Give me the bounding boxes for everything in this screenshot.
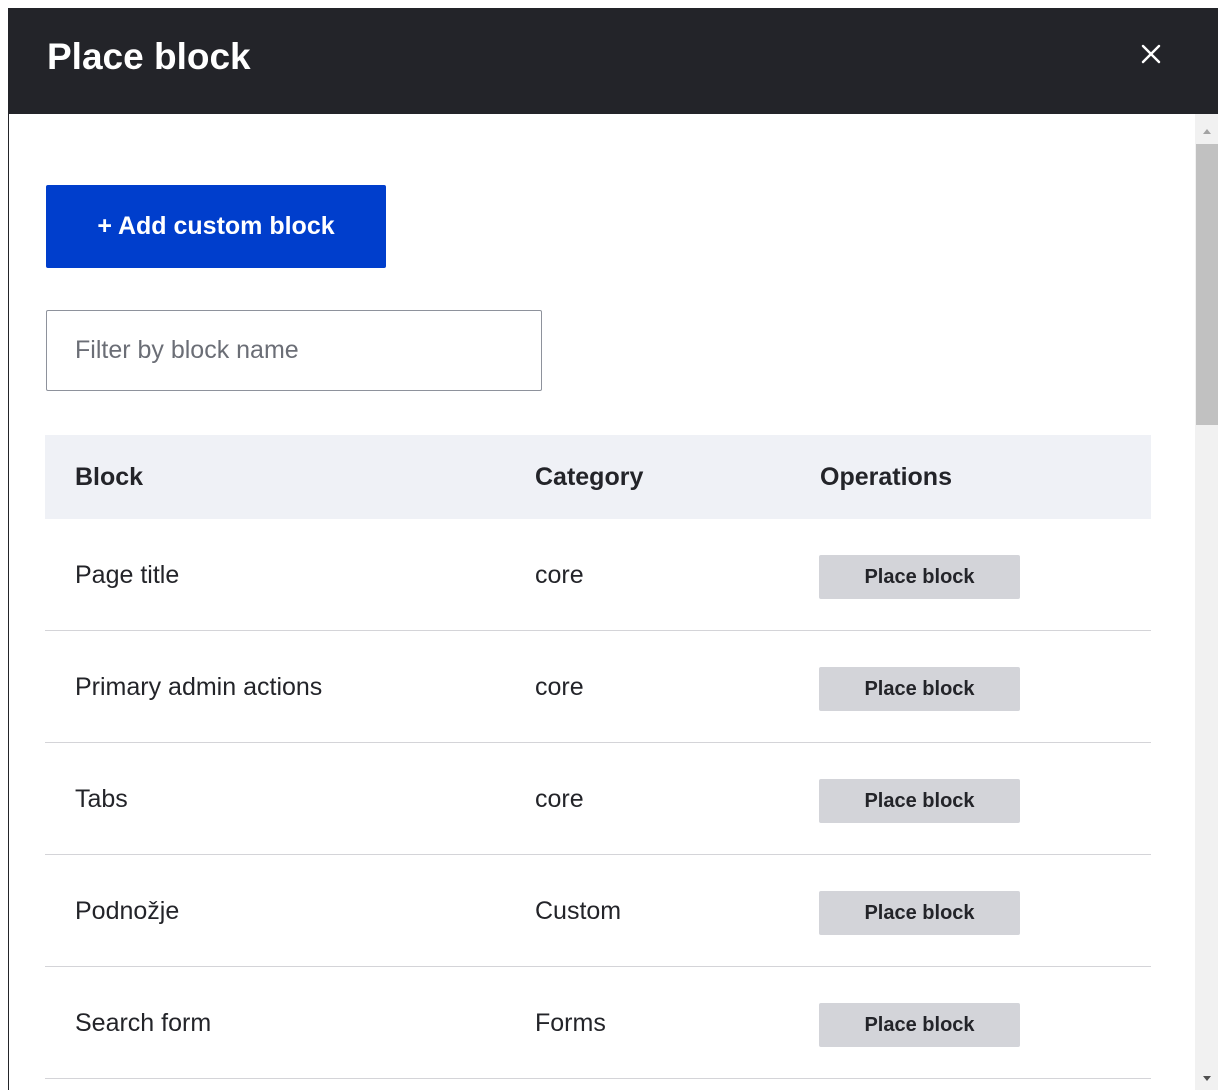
- block-category: core: [535, 561, 584, 589]
- scrollbar-thumb[interactable]: [1196, 144, 1218, 425]
- table-row: Tabs core Place block: [45, 743, 1151, 855]
- close-icon[interactable]: [1135, 38, 1167, 70]
- vertical-scrollbar[interactable]: [1195, 114, 1218, 1090]
- place-block-button[interactable]: Place block: [819, 779, 1020, 823]
- add-custom-block-label: Add custom block: [117, 212, 335, 240]
- table-header: Block Category Operations: [45, 435, 1151, 519]
- column-header-category: Category: [535, 463, 644, 491]
- table-row: Search form Forms Place block: [45, 967, 1151, 1079]
- block-category: core: [535, 785, 584, 813]
- block-name: Podnožje: [75, 897, 180, 925]
- block-name: Tabs: [75, 785, 128, 813]
- block-category: Custom: [535, 897, 622, 925]
- table-row: Page title core Place block: [45, 519, 1151, 631]
- table-row: Primary admin actions core Place block: [45, 631, 1151, 743]
- scroll-down-arrow-icon[interactable]: [1195, 1066, 1218, 1090]
- block-name: Page title: [75, 561, 180, 589]
- column-header-operations: Operations: [820, 463, 952, 491]
- dialog-titlebar: Place block: [9, 8, 1218, 114]
- dialog-title: Place block: [47, 36, 251, 77]
- place-block-dialog: Place block +Add custom block Block Cate…: [8, 8, 1218, 1090]
- filter-block-name-input[interactable]: [46, 310, 542, 391]
- place-block-button[interactable]: Place block: [819, 555, 1020, 599]
- block-name: Primary admin actions: [75, 673, 323, 701]
- column-header-block: Block: [75, 463, 144, 491]
- place-block-button[interactable]: Place block: [819, 1003, 1020, 1047]
- block-table: Block Category Operations Page title cor…: [45, 435, 1151, 1079]
- dialog-content: +Add custom block Block Category Operati…: [9, 114, 1195, 1090]
- add-custom-block-button[interactable]: + Add custom block: [46, 185, 386, 268]
- block-name: Search form: [75, 1009, 212, 1037]
- block-category: Forms: [535, 1009, 606, 1037]
- table-row: Podnožje Custom Place block: [45, 855, 1151, 967]
- block-category: core: [535, 673, 584, 701]
- plus-icon: +: [97, 212, 112, 240]
- scroll-up-arrow-icon[interactable]: [1195, 120, 1218, 144]
- place-block-button[interactable]: Place block: [819, 891, 1020, 935]
- place-block-button[interactable]: Place block: [819, 667, 1020, 711]
